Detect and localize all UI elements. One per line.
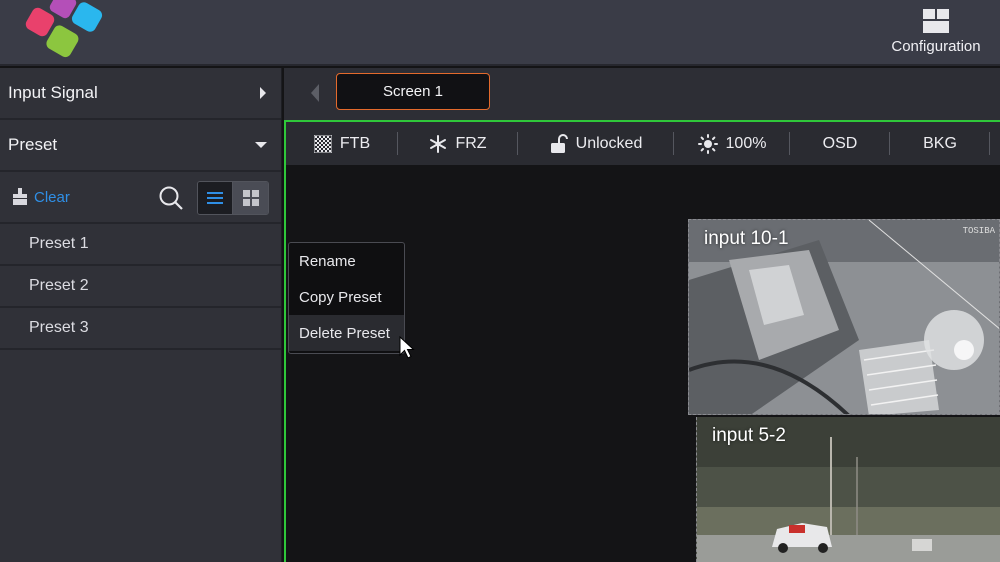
screen-tab-strip: Screen 1 xyxy=(284,68,1000,120)
window-label: input 5-2 xyxy=(712,425,786,446)
grid-icon xyxy=(242,190,259,206)
brush-icon xyxy=(13,188,27,205)
list-icon xyxy=(207,192,223,204)
clear-label: Clear xyxy=(34,188,70,206)
clear-button[interactable]: Clear xyxy=(12,188,70,206)
brightness-button[interactable]: 100% xyxy=(674,122,790,165)
ftb-label: FTB xyxy=(339,134,371,152)
search-icon xyxy=(159,186,183,210)
caret-right-icon xyxy=(260,87,266,99)
brightness-label: 100% xyxy=(725,134,767,152)
copy-preset-menu-item[interactable]: Copy Preset xyxy=(289,279,404,315)
input-window-10-1[interactable]: input 10-1 TOSIBA xyxy=(688,219,1000,415)
rename-menu-item[interactable]: Rename xyxy=(289,243,404,279)
menu-item-label: Copy Preset xyxy=(299,288,382,306)
input-signal-label: Input Signal xyxy=(8,83,98,102)
mouse-cursor-icon xyxy=(399,336,415,359)
configuration-button[interactable]: Configuration xyxy=(888,8,984,55)
menu-item-label: Delete Preset xyxy=(299,324,390,342)
layout-grid-icon xyxy=(923,9,949,33)
checker-icon xyxy=(313,134,332,153)
menu-item-label: Rename xyxy=(299,252,356,270)
tab-label: Screen 1 xyxy=(382,83,444,100)
view-toggle xyxy=(197,181,269,215)
window-label: input 10-1 xyxy=(704,228,789,249)
search-button[interactable] xyxy=(158,185,184,216)
preset-item-label: Preset 1 xyxy=(29,235,89,252)
grid-view-button[interactable] xyxy=(233,182,268,214)
delete-preset-menu-item[interactable]: Delete Preset xyxy=(289,315,404,351)
frz-button[interactable]: FRZ xyxy=(398,122,518,165)
frz-label: FRZ xyxy=(455,134,487,152)
list-view-button[interactable] xyxy=(198,182,233,214)
preset-toolbar: Clear xyxy=(0,172,281,224)
list-item[interactable]: Preset 1 xyxy=(0,224,281,266)
sun-icon xyxy=(697,133,718,154)
preset-item-label: Preset 3 xyxy=(29,319,89,336)
caret-down-icon xyxy=(255,142,267,148)
bkg-button[interactable]: BKG xyxy=(890,122,990,165)
tab-scroll-left-icon[interactable] xyxy=(310,84,320,102)
context-menu: Rename Copy Preset Delete Preset xyxy=(288,242,405,354)
window-stamp: TOSIBA xyxy=(962,226,995,236)
bkg-label: BKG xyxy=(923,134,957,152)
screen-toolbar: FTB FRZ Unlocked 100% OSD BKG xyxy=(286,122,1000,165)
lock-button[interactable]: Unlocked xyxy=(518,122,674,165)
top-bar: Configuration xyxy=(0,0,1000,66)
preset-label: Preset xyxy=(8,135,58,154)
brand-logo xyxy=(25,0,103,58)
preset-section[interactable]: Preset xyxy=(0,120,281,172)
osd-button[interactable]: OSD xyxy=(790,122,890,165)
list-item[interactable]: Preset 2 xyxy=(0,266,281,308)
unlock-icon xyxy=(550,133,568,153)
configuration-label: Configuration xyxy=(891,38,981,55)
snowflake-icon xyxy=(430,134,447,153)
list-item[interactable]: Preset 3 xyxy=(0,308,281,350)
preset-item-label: Preset 2 xyxy=(29,277,89,294)
tab-screen-1[interactable]: Screen 1 xyxy=(336,73,490,110)
lock-label: Unlocked xyxy=(575,134,643,152)
input-window-5-2[interactable]: input 5-2 xyxy=(696,417,1000,562)
ftb-button[interactable]: FTB xyxy=(286,122,398,165)
sidebar: Input Signal Preset Clear Preset 1 Prese… xyxy=(0,68,282,562)
osd-label: OSD xyxy=(822,134,858,152)
input-signal-section[interactable]: Input Signal xyxy=(0,68,281,120)
